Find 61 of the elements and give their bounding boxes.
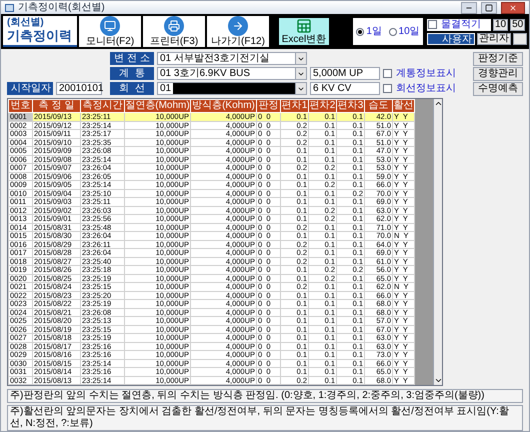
radio-button[interactable] bbox=[388, 28, 397, 36]
field-label: 회 선 bbox=[110, 82, 154, 95]
side-button[interactable]: 수명예측 bbox=[473, 82, 523, 96]
user-label: 사용자 bbox=[427, 32, 475, 44]
maximize-button[interactable] bbox=[481, 2, 497, 14]
column-header: 편차1 bbox=[280, 100, 308, 112]
printer-icon bbox=[164, 16, 184, 36]
info-field: 5,000M UP bbox=[310, 67, 380, 80]
checkbox-label: 계통정보표시 bbox=[396, 68, 456, 78]
value-field[interactable]: 50 bbox=[510, 18, 526, 30]
side-button[interactable]: 경향관리 bbox=[473, 67, 523, 81]
select-field[interactable]: 01 서부발전3호기전기실 bbox=[157, 52, 307, 65]
checkbox[interactable] bbox=[383, 84, 392, 93]
maximize-icon bbox=[485, 4, 493, 12]
scrollbar[interactable] bbox=[433, 99, 442, 385]
scroll-up-icon[interactable] bbox=[434, 99, 443, 108]
column-header: 편차3 bbox=[336, 100, 364, 112]
subtitle: (회선별) bbox=[7, 18, 45, 28]
toolbar-button[interactable]: 나가기(F12) bbox=[207, 16, 269, 47]
window-title: 기측정이력(회선별) bbox=[18, 2, 105, 12]
checkbox-label: 회선정보표시 bbox=[396, 84, 456, 94]
side-button[interactable]: 판정기준 bbox=[473, 52, 523, 66]
select-field[interactable]: 01 3호기6.9KV BUS bbox=[157, 67, 307, 80]
window-icon bbox=[5, 4, 14, 12]
radio-button[interactable] bbox=[356, 28, 364, 36]
checkbox[interactable] bbox=[428, 20, 437, 29]
minimize-button[interactable] bbox=[461, 2, 477, 14]
radio-label: 1일 bbox=[366, 26, 382, 36]
column-header: 방식층(Kohm) bbox=[190, 100, 256, 112]
info-field: 6 KV CV bbox=[310, 82, 380, 95]
toolbar-button[interactable]: 모니터(F2) bbox=[79, 16, 141, 47]
column-header: 습도 bbox=[364, 100, 392, 112]
monitor-icon bbox=[100, 16, 120, 36]
select-field[interactable]: 01 bbox=[157, 82, 307, 95]
user-field: 관리자 bbox=[477, 32, 511, 44]
scroll-down-icon[interactable] bbox=[434, 376, 443, 385]
column-header: 측정시간 bbox=[80, 100, 124, 112]
checkbox[interactable] bbox=[383, 69, 392, 78]
date-field[interactable]: 20010101 bbox=[56, 82, 102, 95]
field-label: 시작일자 bbox=[7, 82, 53, 95]
page-title: 기측정이력 bbox=[7, 28, 73, 44]
column-header: 측 정 일 bbox=[32, 100, 80, 112]
close-icon bbox=[509, 4, 517, 12]
radio-label: 10일 bbox=[398, 26, 420, 36]
column-header: 번호 bbox=[8, 100, 32, 112]
column-header: 절연층(Mohm) bbox=[124, 100, 190, 112]
toolbar-button[interactable]: Excel변환 bbox=[279, 18, 329, 45]
arrow-right-icon bbox=[228, 16, 248, 36]
spreadsheet-icon bbox=[296, 18, 312, 34]
value-field[interactable]: 10 bbox=[493, 18, 508, 30]
field-label: 계 통 bbox=[110, 67, 154, 80]
close-button[interactable] bbox=[501, 2, 525, 14]
blank-field bbox=[513, 32, 527, 44]
toolbar-button[interactable]: 프린터(F3) bbox=[143, 16, 205, 47]
field-label: 변 전 소 bbox=[110, 52, 154, 65]
column-header: 편차2 bbox=[308, 100, 336, 112]
column-header: 판정 bbox=[256, 100, 280, 112]
column-header: 활선 bbox=[392, 100, 414, 112]
checkbox-label: 물결적기 bbox=[441, 20, 481, 30]
note-text: 주)판정란의 앞의 수치는 절연층, 뒤의 수치는 방식층 판정임. (0:양호, 1:경주의, 2:중주의, 3:엄중주의(불량)) bbox=[7, 389, 523, 403]
note-text: 주)활선란의 앞의문자는 장치에서 검출한 활선/정전여부, 뒤의 문자는 명칭등록에서의 활선/정전여부 표시임(Y:활선, N:정전, ?:보류) bbox=[7, 405, 523, 431]
